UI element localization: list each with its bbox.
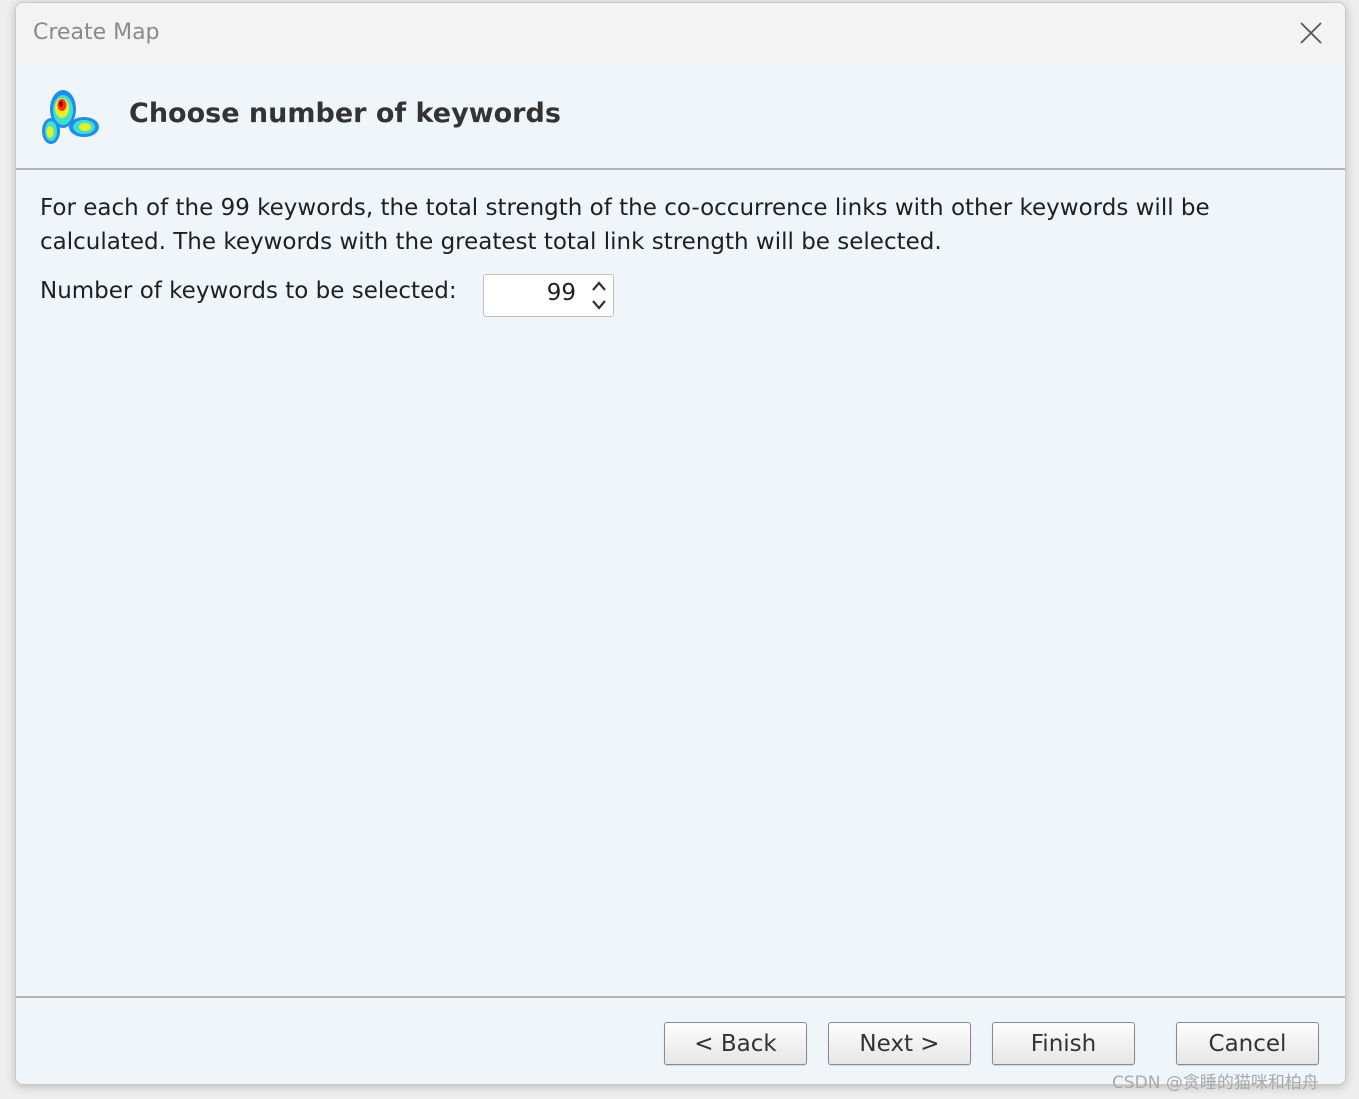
next-button[interactable]: Next > — [828, 1022, 971, 1065]
keywords-count-label: Number of keywords to be selected: — [40, 278, 457, 304]
window-title: Create Map — [33, 20, 160, 45]
chevron-up-icon — [592, 281, 606, 291]
title-bar[interactable]: Create Map — [16, 3, 1345, 63]
close-button[interactable] — [1291, 13, 1331, 53]
create-map-dialog: Create Map Choose number of keywords For… — [15, 2, 1346, 1085]
spin-down-button[interactable] — [588, 296, 610, 314]
finish-button[interactable]: Finish — [992, 1022, 1135, 1065]
page-title: Choose number of keywords — [129, 98, 561, 129]
watermark: CSDN @贪睡的猫咪和柏舟 — [1112, 1073, 1319, 1093]
cancel-button[interactable]: Cancel — [1176, 1022, 1319, 1065]
chevron-down-icon — [592, 300, 606, 310]
description-text: For each of the 99 keywords, the total s… — [40, 195, 1210, 255]
wizard-header: Choose number of keywords — [16, 63, 1345, 170]
keywords-count-input[interactable] — [486, 280, 576, 306]
density-map-icon — [42, 90, 99, 144]
spin-up-button[interactable] — [588, 278, 610, 296]
wizard-content: For each of the 99 keywords, the total s… — [16, 170, 1345, 997]
keywords-count-spinner[interactable] — [483, 274, 614, 317]
back-button[interactable]: < Back — [664, 1022, 807, 1065]
close-icon — [1300, 22, 1322, 44]
